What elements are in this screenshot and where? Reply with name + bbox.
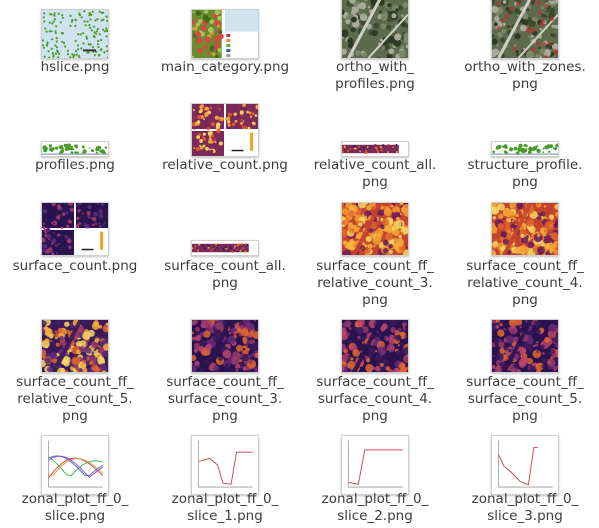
file-item[interactable]: zonal_plot_ff_0_ slice_3.png (450, 0, 599, 528)
file-name: zonal_plot_ff_0_ slice_1.png (171, 491, 279, 524)
file-thumbnail[interactable] (341, 435, 409, 495)
file-item[interactable]: zonal_plot_ff_0_ slice_2.png (300, 0, 450, 528)
file-thumbnail[interactable] (191, 435, 259, 495)
file-thumbnail[interactable] (41, 435, 109, 495)
file-name: zonal_plot_ff_0_ slice.png (21, 491, 129, 524)
file-name: zonal_plot_ff_0_ slice_2.png (321, 491, 429, 524)
file-grid: hslice.png main_category.png ortho_with_ p… (0, 0, 599, 528)
file-item[interactable]: zonal_plot_ff_0_ slice_1.png (150, 0, 300, 528)
file-thumbnail[interactable] (491, 435, 559, 495)
file-item[interactable]: zonal_plot_ff_0_ slice.png (0, 0, 150, 528)
file-name: zonal_plot_ff_0_ slice_3.png (471, 491, 579, 524)
